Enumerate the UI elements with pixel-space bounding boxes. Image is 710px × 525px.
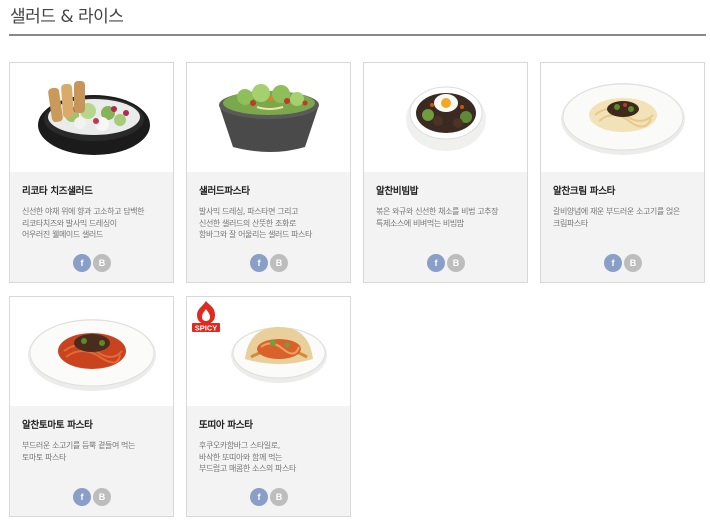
menu-description: 갈비양념에 재운 부드러운 소고기를 얹은 크림파스타: [553, 206, 698, 229]
menu-card[interactable]: 알찬토마토 파스타 부드러운 소고기를 듬뿍 곁들여 먹는 토마토 파스타 f …: [9, 296, 174, 517]
menu-description: 후쿠오카함바그 스타일로, 바삭한 또띠아와 함께 먹는 부드럽고 매콤한 소스…: [199, 440, 344, 475]
share-buttons: f B: [604, 254, 644, 272]
share-buttons: f B: [427, 254, 467, 272]
desc-line: 어우러진 웰메이드 샐러드: [22, 230, 103, 239]
desc-line: 바삭한 또띠아와 함께 먹는: [199, 452, 282, 462]
desc-line: 갈비양념에 재운 부드러운 소고기를 얹은: [553, 207, 680, 216]
share-buttons: f B: [250, 488, 290, 506]
menu-card[interactable]: 리코타 치즈샐러드 신선한 야채 위에 향과 고소하고 담백한 리코타치즈와 발…: [9, 62, 174, 283]
menu-image[interactable]: SPICY: [187, 297, 350, 406]
tomato-pasta-icon: [28, 319, 156, 391]
desc-line: 후쿠오카함바그 스타일로,: [199, 441, 280, 450]
facebook-share-icon[interactable]: f: [427, 254, 445, 272]
desc-line: 리코타치즈와 발사믹 드레싱이: [22, 218, 117, 228]
title-divider: [9, 34, 706, 36]
menu-name: 또띠아 파스타: [199, 420, 253, 431]
menu-card[interactable]: 알찬크림 파스타 갈비양념에 재운 부드러운 소고기를 얹은 크림파스타 f B: [540, 62, 705, 283]
blog-share-icon[interactable]: B: [270, 254, 288, 272]
menu-image[interactable]: [10, 63, 173, 172]
desc-line: 크림파스타: [553, 218, 588, 228]
blog-share-icon[interactable]: B: [93, 488, 111, 506]
menu-image[interactable]: [187, 63, 350, 172]
menu-card[interactable]: SPICY 또띠아 파스타 후쿠오카함바그 스타일로, 바삭한 또띠아와 함께 …: [186, 296, 351, 517]
facebook-share-icon[interactable]: f: [73, 254, 91, 272]
desc-line: 부드러운 소고기를 듬뿍 곁들여 먹는: [22, 441, 135, 450]
menu-card[interactable]: 알찬비빔밥 볶은 와규와 신선한 채소를 비법 고추장 특제소스에 비벼먹는 비…: [363, 62, 528, 283]
desc-line: 볶은 와규와 신선한 채소를 비법 고추장: [376, 207, 499, 216]
facebook-share-icon[interactable]: f: [73, 488, 91, 506]
menu-description: 발사믹 드레싱, 파스타면 그리고 신선한 샐러드의 산뜻한 조화로 함바그와 …: [199, 206, 344, 241]
bibimbap-icon: [406, 86, 486, 151]
blog-share-icon[interactable]: B: [447, 254, 465, 272]
spicy-badge-label: SPICY: [195, 324, 218, 333]
desc-line: 부드럽고 매콤한 소스의 파스타: [199, 464, 296, 473]
facebook-share-icon[interactable]: f: [250, 254, 268, 272]
share-buttons: f B: [73, 488, 113, 506]
salad-bowl-icon: [38, 81, 150, 155]
spicy-pepper-icon: SPICY: [192, 301, 220, 333]
menu-name: 알찬비빔밥: [376, 186, 419, 197]
menu-name: 샐러드파스타: [199, 186, 250, 197]
desc-line: 신선한 야채 위에 향과 고소하고 담백한: [22, 207, 145, 216]
menu-image[interactable]: [10, 297, 173, 406]
facebook-share-icon[interactable]: f: [250, 488, 268, 506]
facebook-share-icon[interactable]: f: [604, 254, 622, 272]
cream-pasta-icon: [561, 83, 685, 155]
menu-description: 신선한 야채 위에 향과 고소하고 담백한 리코타치즈와 발사믹 드레싱이 어우…: [22, 206, 167, 241]
menu-image[interactable]: [541, 63, 704, 172]
blog-share-icon[interactable]: B: [624, 254, 642, 272]
blog-share-icon[interactable]: B: [93, 254, 111, 272]
desc-line: 함바그와 잘 어울리는 샐러드 파스타: [199, 230, 312, 239]
menu-name: 리코타 치즈샐러드: [22, 186, 93, 197]
desc-line: 발사믹 드레싱, 파스타면 그리고: [199, 207, 299, 216]
desc-line: 신선한 샐러드의 산뜻한 조화로: [199, 218, 296, 228]
menu-description: 부드러운 소고기를 듬뿍 곁들여 먹는 토마토 파스타: [22, 440, 167, 463]
blog-share-icon[interactable]: B: [270, 488, 288, 506]
salad-pasta-icon: [219, 84, 319, 152]
menu-card[interactable]: 샐러드파스타 발사믹 드레싱, 파스타면 그리고 신선한 샐러드의 산뜻한 조화…: [186, 62, 351, 283]
menu-description: 볶은 와규와 신선한 채소를 비법 고추장 특제소스에 비벼먹는 비빔밥: [376, 206, 521, 229]
desc-line: 토마토 파스타: [22, 452, 66, 462]
share-buttons: f B: [250, 254, 290, 272]
desc-line: 특제소스에 비벼먹는 비빔밥: [376, 218, 464, 228]
menu-image[interactable]: [364, 63, 527, 172]
share-buttons: f B: [73, 254, 113, 272]
menu-name: 알찬토마토 파스타: [22, 420, 93, 431]
menu-name: 알찬크림 파스타: [553, 186, 616, 197]
section-title: 샐러드 & 라이스: [10, 7, 124, 27]
